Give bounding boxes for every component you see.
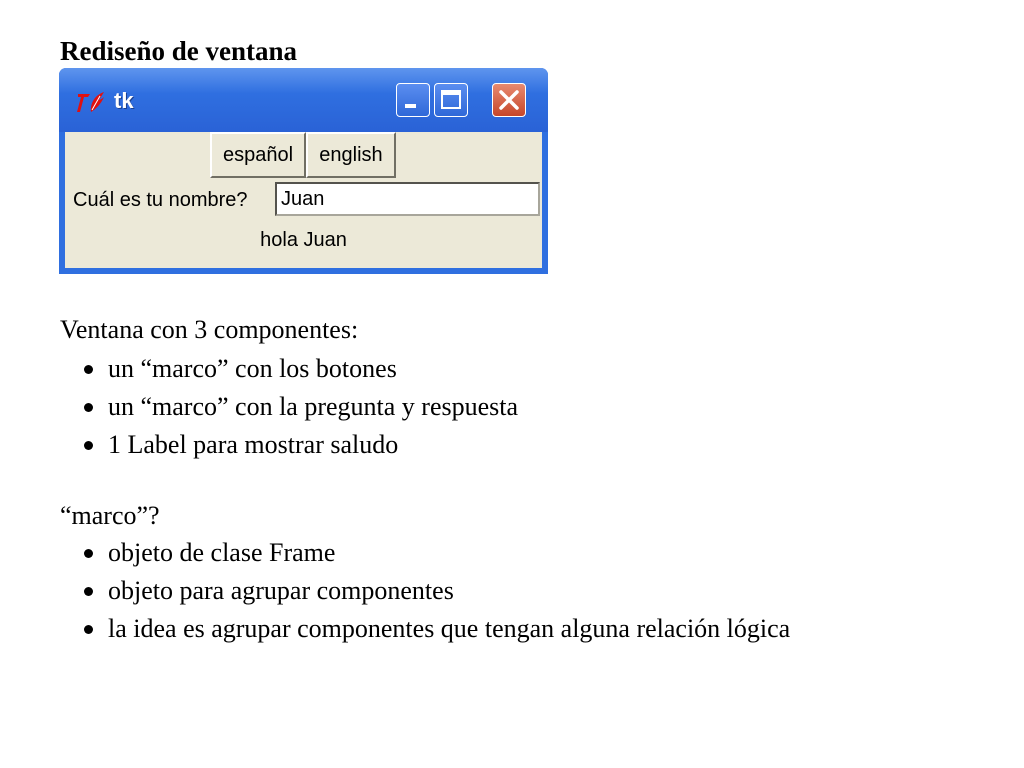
maximize-button[interactable]	[434, 83, 468, 117]
minimize-button[interactable]	[396, 83, 430, 117]
window-titlebar[interactable]: tk	[59, 68, 548, 132]
list-item: objeto de clase Frame	[82, 534, 790, 572]
list-item-text: objeto para agrupar componentes	[108, 576, 454, 605]
bullet-icon	[84, 365, 93, 374]
bullet-icon	[84, 441, 93, 450]
list-item: 1 Label para mostrar saludo	[82, 426, 518, 464]
question-label: Cuál es tu nombre?	[73, 189, 248, 211]
english-button[interactable]: english	[306, 132, 396, 178]
list-item-text: 1 Label para mostrar saludo	[108, 430, 399, 459]
close-button[interactable]	[492, 83, 526, 117]
list-item: un “marco” con los botones	[82, 350, 518, 388]
components-intro: Ventana con 3 componentes:	[60, 315, 359, 344]
close-icon	[493, 84, 525, 116]
marco-intro: “marco”?	[60, 501, 160, 530]
components-list: un “marco” con los botones un “marco” co…	[82, 350, 518, 464]
tk-window: tk español english Cuál es tu nombre? ho…	[59, 68, 548, 274]
greeting-label: hola Juan	[260, 229, 347, 251]
bullet-icon	[84, 403, 93, 412]
maximize-icon	[435, 84, 467, 116]
name-entry[interactable]	[275, 182, 540, 216]
window-client-area: español english Cuál es tu nombre? hola …	[65, 132, 542, 268]
marco-list: objeto de clase Frame objeto para agrupa…	[82, 534, 790, 648]
minimize-icon	[397, 84, 429, 116]
bullet-icon	[84, 625, 93, 634]
list-item: la idea es agrupar componentes que tenga…	[82, 610, 790, 648]
bullet-icon	[84, 549, 93, 558]
list-item: un “marco” con la pregunta y respuesta	[82, 388, 518, 426]
list-item-text: un “marco” con los botones	[108, 354, 397, 383]
list-item-text: la idea es agrupar componentes que tenga…	[108, 614, 791, 643]
spanish-button[interactable]: español	[210, 132, 306, 178]
tk-feather-logo-icon	[75, 88, 107, 116]
list-item-text: un “marco” con la pregunta y respuesta	[108, 392, 519, 421]
slide-title: Rediseño de ventana	[60, 36, 298, 66]
window-title: tk	[114, 88, 134, 113]
bullet-icon	[84, 587, 93, 596]
list-item-text: objeto de clase Frame	[108, 538, 336, 567]
list-item: objeto para agrupar componentes	[82, 572, 790, 610]
